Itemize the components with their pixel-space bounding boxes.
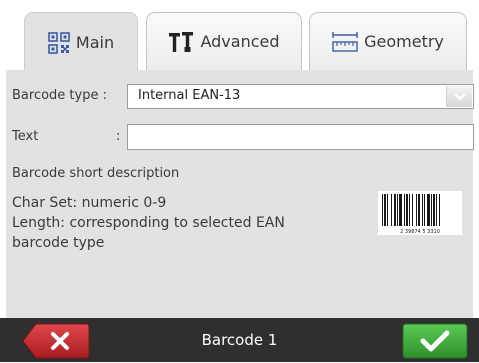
tab-advanced-label: Advanced (200, 32, 280, 51)
text-label-colon: : (116, 129, 121, 144)
text-input[interactable] (127, 124, 474, 150)
tools-icon (168, 31, 194, 53)
barcode-digits: 2 39874 5 3310 (400, 229, 440, 235)
barcode-editor-window: Main Advanced Geometry Barcode type: In… (0, 0, 479, 362)
ruler-icon (332, 31, 358, 53)
description-charset: Char Set: numeric 0-9 (12, 195, 167, 211)
cancel-button[interactable] (22, 323, 90, 359)
barcode-type-select[interactable]: Internal EAN-13 (127, 84, 474, 109)
tab-advanced[interactable]: Advanced (146, 12, 302, 70)
qr-code-icon (48, 31, 70, 54)
description-length-cont: barcode type (12, 235, 105, 251)
text-label: Text (12, 129, 39, 144)
barcode-preview-icon: 2 39874 5 3310 (378, 191, 462, 235)
tab-geometry-label: Geometry (364, 32, 444, 51)
tab-main[interactable]: Main (24, 12, 138, 72)
tab-geometry[interactable]: Geometry (309, 12, 467, 70)
ok-button[interactable] (402, 323, 468, 359)
chevron-down-icon[interactable] (446, 86, 472, 107)
tab-main-label: Main (75, 33, 115, 52)
description-heading: Barcode short description (12, 166, 180, 181)
barcode-type-value: Internal EAN-13 (138, 88, 241, 103)
description-length: Length: corresponding to selected EAN (12, 215, 285, 231)
barcode-type-label: Barcode type : (12, 88, 107, 103)
